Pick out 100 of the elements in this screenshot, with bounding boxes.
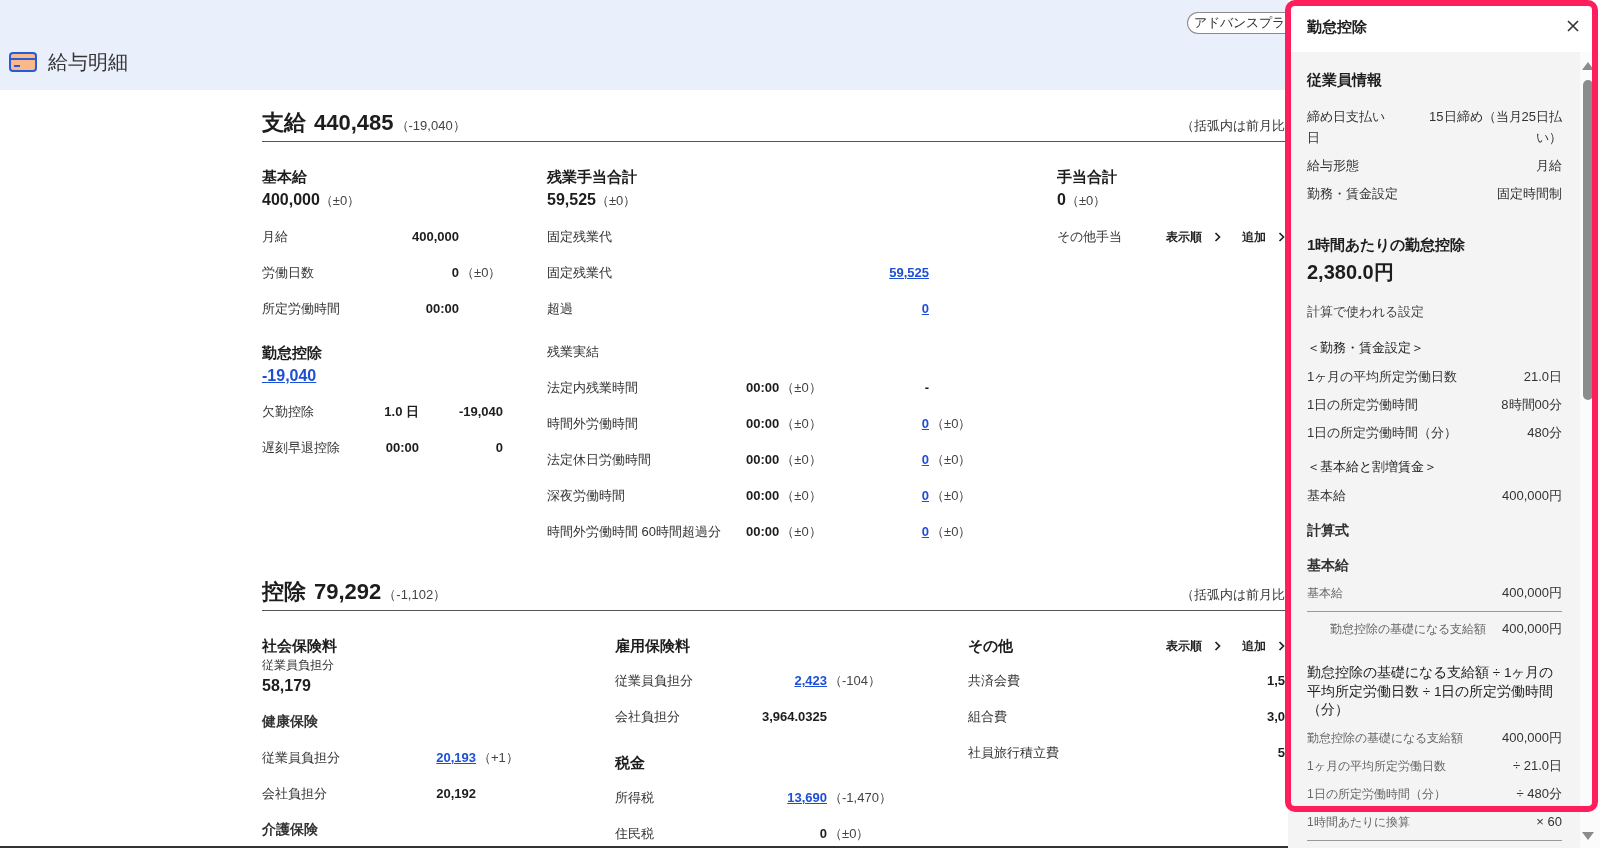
amount-link[interactable]: 13,690 [787,789,827,805]
group-heading: その他 [968,636,1013,656]
settings-link[interactable]: ＜基本給と割増賃金＞ [1307,459,1437,474]
change-value: （±0） [780,523,822,539]
panel-caption: 計算で使われる設定 [1307,303,1424,321]
row-label: 所定労働時間 [262,300,340,316]
change-value: （±0） [780,379,822,395]
result-value: 400,000円 [1502,620,1562,638]
amount-link[interactable]: 0 [921,487,929,503]
row-label: 会社負担分 [262,785,327,801]
row-label: 従業員負担分 [615,672,693,688]
change-value: （±0） [930,450,972,469]
formula-label: 1ヶ月の平均所定労働日数 [1307,757,1446,775]
amount-link[interactable]: 20,193 [436,749,476,765]
item-title: 手当合計 [1057,167,1117,187]
card-icon [9,52,37,72]
row-label: 組合費 [968,708,1007,724]
amount-value: 3,964.0325 [761,708,827,724]
chevron-right-icon [1214,232,1221,242]
info-value: 月給 [1536,156,1562,175]
action-link[interactable]: 追加 [1242,228,1285,246]
result-label: 勤怠控除の基礎になる支給額 [1330,621,1486,638]
info-label: 基本給 [1307,486,1347,505]
amount-value: 400,000 [412,228,459,244]
amount-link[interactable]: 0 [921,523,929,539]
formula-text: 勤怠控除の基礎になる支給額 ÷ 1ヶ月の平均所定労働日数 ÷ 1日の所定労働時間（分） [1307,664,1555,719]
change-value: （±0） [319,193,361,208]
amount-link[interactable]: 59,525 [889,264,929,280]
change-value: （-1,102） [383,586,447,604]
row-label: 深夜労働時間 [547,487,625,503]
change-value: （±0） [930,522,972,541]
amount-value: 0 [819,825,827,841]
amount-link[interactable]: 0 [921,451,929,467]
info-value: 400,000円 [1502,486,1562,505]
change-value: （±0） [460,263,502,282]
amount-value: 00:00 [425,300,459,316]
row-label: 法定内残業時間 [547,379,638,395]
caption-text: 従業員負担分 [262,657,334,673]
amount-link[interactable]: 0 [921,415,929,431]
row-label: 社員旅行積立費 [968,744,1059,760]
amount-value: 0 [1057,191,1066,208]
formula-value: ÷ 480分 [1516,784,1562,803]
change-value: （±0） [780,415,822,431]
row-label: 会社負担分 [615,708,680,724]
row-label: 法定休日労働時間 [547,451,651,467]
change-value: （±0） [780,451,822,467]
formula-label: 基本給 [1307,585,1343,602]
info-label: 1日の所定労働時間（分） [1307,423,1459,442]
change-value: （±0） [930,486,972,505]
group-title: 健康保険 [262,712,318,732]
settings-link[interactable]: ＜勤務・賃金設定＞ [1307,340,1424,355]
subheading: 固定残業代 [547,227,612,246]
formula-subheading: 計算式 [1307,521,1349,540]
row-label: 超過 [547,300,573,316]
row-label: 時間外労働時間 60時間超過分 [547,523,722,539]
formula-value: 400,000円 [1502,728,1562,747]
change-value: （±0） [930,414,972,433]
hours-value: 00:00 [746,523,780,539]
item-title: 社会保険料 [262,636,337,656]
scrollbar-thumb[interactable] [1583,80,1593,400]
change-value: （±0） [780,487,822,503]
section-title: 控除 [262,578,306,606]
info-label: 給与形態 [1307,156,1360,175]
action-link[interactable]: 表示順 [1166,637,1221,655]
quantity-value: 1.0 日 [384,403,419,419]
amount-value: 0 [451,264,459,280]
formula-label: 勤怠控除の基礎になる支給額 [1307,729,1463,747]
amount-value: 0 [495,439,503,455]
amount-value: 1,5 [1266,672,1285,688]
close-button[interactable] [1567,20,1579,32]
formula-label: 1日の所定労働時間（分） [1307,785,1446,803]
panel-heading: 従業員情報 [1307,70,1382,90]
item-title: 基本給 [262,167,307,187]
section-title: 支給 [262,109,306,137]
amount-value: 5 [1277,744,1285,760]
action-link[interactable]: 表示順 [1166,228,1221,246]
amount-link[interactable]: -19,040 [262,367,317,384]
formula-label: 1時間あたりに換算 [1307,813,1410,831]
group-title: 介護保険 [262,820,318,840]
row-label: 従業員負担分 [262,749,340,765]
row-label: 月給 [262,228,288,244]
info-label: 勤務・賃金設定 [1307,184,1399,203]
amount-link[interactable]: 0 [921,300,929,316]
subheading: その他手当 [1057,227,1122,246]
plan-badge: アドバンスプラ [1187,12,1285,34]
change-value: （±0） [1065,193,1107,208]
amount-value: 59,525 [547,191,596,208]
row-label: 労働日数 [262,264,314,280]
change-value: （-1,470） [828,788,892,807]
action-link[interactable]: 追加 [1242,637,1285,655]
group-heading: 雇用保険料 [615,636,690,656]
row-label: 所得税 [615,789,654,805]
info-label: 締め日支払い日 [1307,107,1386,147]
amount-value: -19,040 [458,403,503,419]
section-total: 440,485 [314,109,394,137]
amount-link[interactable]: 2,423 [794,672,827,688]
change-value: （+1） [477,748,519,767]
formula-value: × 60 [1536,812,1562,831]
info-value: 480分 [1527,423,1562,442]
group-heading: 税金 [615,753,645,773]
